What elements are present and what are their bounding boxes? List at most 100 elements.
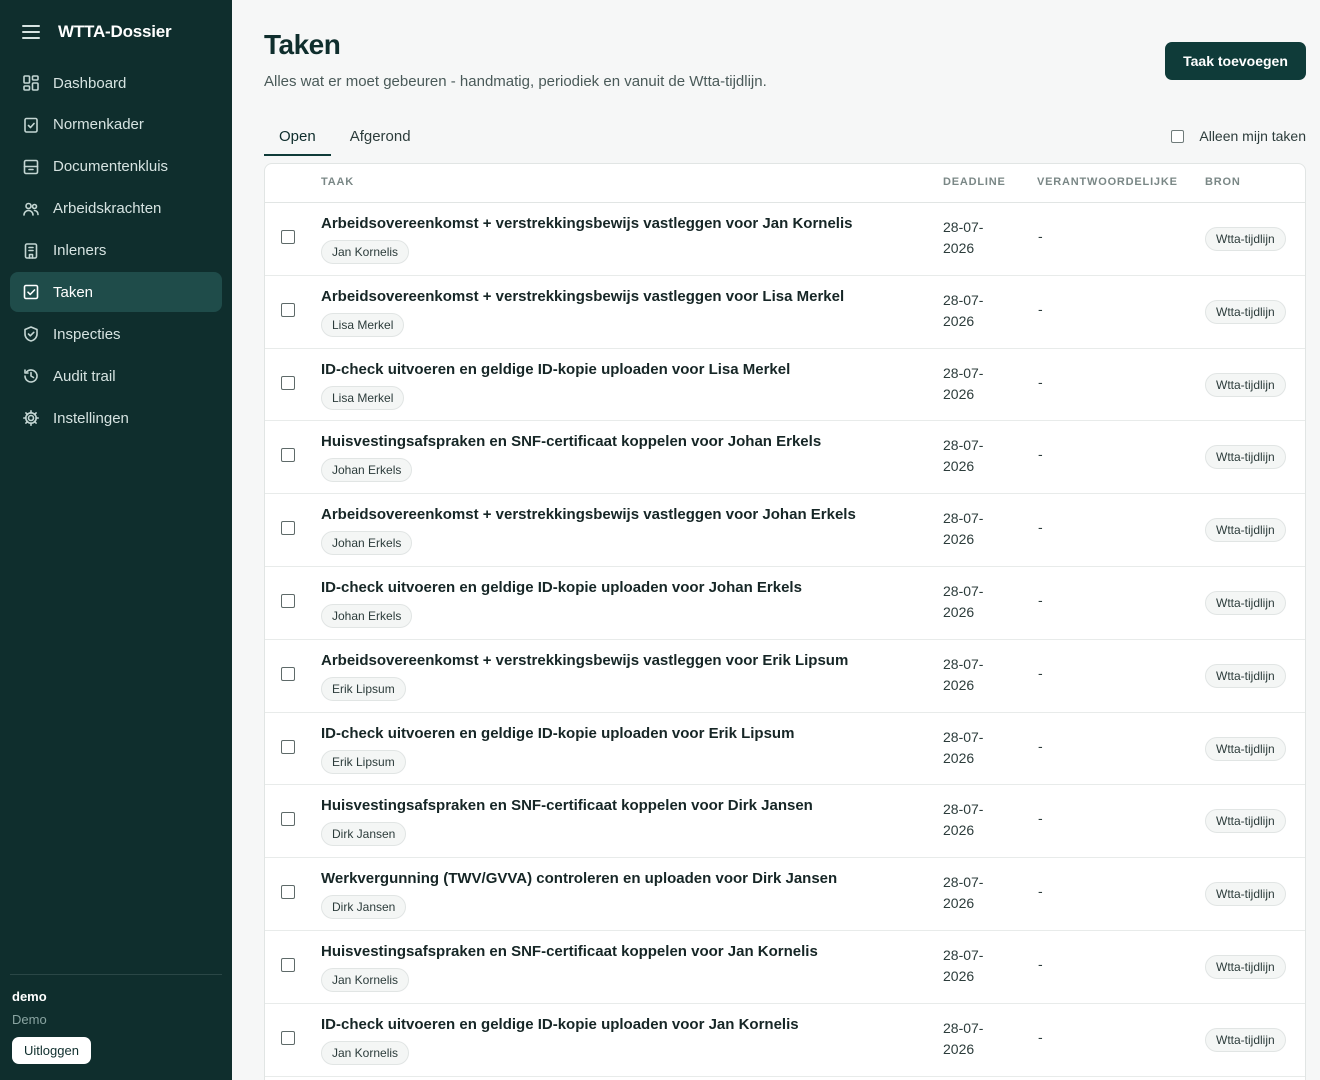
task-deadline: 28-07- 2026 — [943, 290, 1003, 332]
table-row[interactable]: ID-check uitvoeren en geldige ID-kopie u… — [265, 349, 1305, 422]
sidebar-item-normenkader[interactable]: Normenkader — [10, 105, 222, 145]
column-header-deadline[interactable]: DEADLINE — [943, 176, 1006, 188]
table-row[interactable]: Werkvergunning (TWV/GVVA) controleren en… — [265, 858, 1305, 931]
sidebar-item-instellingen[interactable]: Instellingen — [10, 398, 222, 438]
sidebar-item-dashboard[interactable]: Dashboard — [10, 63, 222, 103]
task-title[interactable]: Arbeidsovereenkomst + verstrekkingsbewij… — [321, 506, 856, 523]
task-checkbox[interactable] — [281, 812, 295, 827]
task-deadline: 28-07- 2026 — [943, 508, 1003, 550]
table-row[interactable]: Huisvestingsafspraken en SNF-certificaat… — [265, 785, 1305, 859]
task-deadline: 28-07- 2026 — [943, 1018, 1003, 1060]
task-deadline: 28-07- 2026 — [943, 435, 1003, 477]
building-icon — [22, 242, 40, 260]
task-checkbox[interactable] — [281, 885, 295, 900]
deadline-date: 28-07- — [943, 437, 984, 454]
source-badge: Wtta-tijdlijn — [1205, 518, 1286, 543]
deadline-year: 2026 — [943, 240, 975, 256]
task-title[interactable]: Arbeidsovereenkomst + verstrekkingsbewij… — [321, 215, 852, 232]
sidebar-item-taken[interactable]: Taken — [10, 272, 222, 313]
person-tag: Johan Erkels — [321, 458, 413, 483]
deadline-year: 2026 — [943, 676, 975, 693]
shield-check-icon — [22, 325, 40, 343]
table-row[interactable]: Arbeidsovereenkomst + verstrekkingsbewij… — [265, 640, 1305, 713]
tasks-table: TAAK DEADLINE VERANTWOORDELIJKE BRON Arb… — [264, 163, 1306, 1080]
tab-open[interactable]: Open — [264, 120, 331, 156]
table-header: TAAK DEADLINE VERANTWOORDELIJKE BRON — [265, 164, 1305, 203]
table-row[interactable]: ID-check uitvoeren en geldige ID-kopie u… — [265, 1004, 1305, 1077]
person-tag: Jan Kornelis — [321, 1040, 410, 1065]
task-title[interactable]: Arbeidsovereenkomst + verstrekkingsbewij… — [321, 652, 848, 669]
source-badge: Wtta-tijdlijn — [1205, 590, 1286, 615]
task-deadline: 28-07- 2026 — [943, 363, 1003, 405]
task-title[interactable]: ID-check uitvoeren en geldige ID-kopie u… — [321, 579, 802, 596]
table-row[interactable]: Arbeidsovereenkomst + verstrekkingsbewij… — [265, 276, 1305, 349]
task-checkbox[interactable] — [281, 521, 295, 536]
task-owner: - — [1038, 737, 1043, 754]
column-header-task[interactable]: TAAK — [321, 176, 354, 188]
mine-only-filter[interactable]: Alleen mijn taken — [1171, 128, 1306, 144]
task-checkbox[interactable] — [281, 1030, 295, 1045]
source-badge: Wtta-tijdlijn — [1205, 882, 1286, 907]
task-checkbox[interactable] — [281, 448, 295, 463]
sidebar-item-inspecties[interactable]: Inspecties — [10, 314, 222, 354]
sidebar-divider — [10, 974, 222, 975]
menu-icon[interactable] — [22, 25, 40, 39]
task-checkbox[interactable] — [281, 739, 295, 754]
clipboard-check-icon — [22, 116, 40, 134]
sidebar-item-documentenkluis[interactable]: Documentenkluis — [10, 147, 222, 187]
column-header-source[interactable]: BRON — [1205, 176, 1241, 188]
deadline-year: 2026 — [943, 385, 975, 402]
tab-afgerond[interactable]: Afgerond — [335, 120, 426, 156]
column-header-owner[interactable]: VERANTWOORDELIJKE — [1037, 176, 1178, 188]
deadline-year: 2026 — [943, 458, 975, 475]
mine-only-checkbox[interactable] — [1171, 129, 1185, 143]
table-row[interactable]: ID-check uitvoeren en geldige ID-kopie u… — [265, 713, 1305, 786]
task-title[interactable]: Arbeidsovereenkomst + verstrekkingsbewij… — [321, 288, 844, 305]
task-title[interactable]: ID-check uitvoeren en geldige ID-kopie u… — [321, 361, 790, 378]
user-org: Demo — [12, 1012, 47, 1027]
task-checkbox[interactable] — [281, 230, 295, 244]
table-row[interactable]: Huisvestingsafspraken en SNF-certificaat… — [265, 931, 1305, 1004]
table-row[interactable]: Arbeidsovereenkomst + verstrekkingsbewij… — [265, 494, 1305, 567]
person-tag: Jan Kornelis — [321, 240, 410, 264]
task-deadline: 28-07- 2026 — [943, 654, 1003, 696]
sidebar-item-label: Inleners — [53, 242, 107, 260]
task-owner: - — [1038, 446, 1043, 463]
task-title[interactable]: Huisvestingsafspraken en SNF-certificaat… — [321, 433, 821, 450]
deadline-date: 28-07- — [943, 219, 984, 235]
task-title[interactable]: ID-check uitvoeren en geldige ID-kopie u… — [321, 725, 794, 742]
table-row[interactable]: Arbeidsovereenkomst + verstrekkingsbewij… — [265, 203, 1305, 276]
task-title[interactable]: ID-check uitvoeren en geldige ID-kopie u… — [321, 1016, 799, 1033]
sidebar-item-label: Dashboard — [53, 74, 127, 92]
task-owner: - — [1038, 1028, 1043, 1045]
sidebar-nav: Dashboard Normenkader Documentenkluis Ar… — [10, 63, 222, 440]
sidebar-item-label: Audit trail — [53, 367, 116, 385]
sidebar-item-label: Arbeidskrachten — [53, 200, 162, 218]
checkbox-icon — [22, 283, 40, 301]
logout-button[interactable]: Uitloggen — [12, 1037, 91, 1064]
add-task-button[interactable]: Taak toevoegen — [1165, 42, 1306, 80]
task-checkbox[interactable] — [281, 666, 295, 681]
source-badge: Wtta-tijdlijn — [1205, 954, 1286, 979]
deadline-date: 28-07- — [943, 291, 984, 308]
source-badge: Wtta-tijdlijn — [1205, 445, 1286, 470]
task-checkbox[interactable] — [281, 375, 295, 390]
task-checkbox[interactable] — [281, 302, 295, 317]
task-checkbox[interactable] — [281, 957, 295, 972]
task-checkbox[interactable] — [281, 593, 295, 608]
task-deadline: 28-07- 2026 — [943, 217, 1003, 259]
task-title[interactable]: Huisvestingsafspraken en SNF-certificaat… — [321, 797, 813, 814]
users-icon — [22, 200, 40, 218]
sidebar-item-arbeidskrachten[interactable]: Arbeidskrachten — [10, 189, 222, 229]
deadline-date: 28-07- — [943, 582, 984, 599]
table-row[interactable]: Huisvestingsafspraken en SNF-certificaat… — [265, 421, 1305, 495]
person-tag: Jan Kornelis — [321, 967, 410, 992]
deadline-date: 28-07- — [943, 801, 984, 818]
deadline-date: 28-07- — [943, 655, 984, 672]
table-row[interactable]: ID-check uitvoeren en geldige ID-kopie u… — [265, 567, 1305, 640]
task-title[interactable]: Werkvergunning (TWV/GVVA) controleren en… — [321, 870, 837, 887]
task-owner: - — [1038, 300, 1043, 317]
task-title[interactable]: Huisvestingsafspraken en SNF-certificaat… — [321, 943, 818, 960]
sidebar-item-audit-trail[interactable]: Audit trail — [10, 356, 222, 396]
sidebar-item-inleners[interactable]: Inleners — [10, 231, 222, 271]
